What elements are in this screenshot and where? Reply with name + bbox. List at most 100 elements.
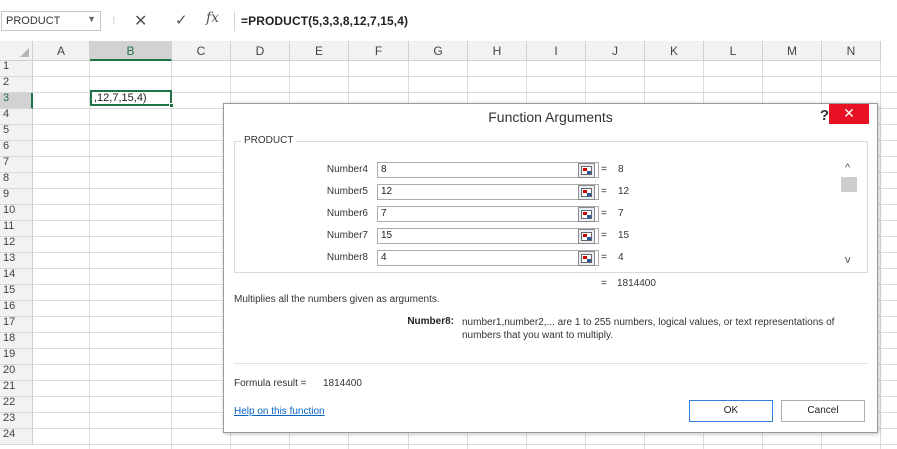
row-header[interactable]: 23 [0, 413, 33, 429]
column-header[interactable]: I [527, 41, 586, 61]
scroll-down-icon[interactable]: v [845, 254, 851, 266]
row-header[interactable]: 17 [0, 317, 33, 333]
row-header[interactable]: 4 [0, 109, 33, 125]
collapse-dialog-icon[interactable] [578, 207, 595, 222]
argument-equals: = [601, 230, 607, 241]
function-arguments-dialog: Function Arguments ? ✕ PRODUCT Number4 8 =… [223, 103, 878, 433]
row-header[interactable]: 14 [0, 269, 33, 285]
range-select-icon [581, 232, 592, 241]
column-header[interactable]: E [290, 41, 349, 61]
range-select-icon [581, 254, 592, 263]
column-header[interactable]: L [704, 41, 763, 61]
argument-description: number1,number2,... are 1 to 255 numbers… [462, 317, 835, 341]
argument-input[interactable]: 8 [377, 162, 599, 178]
cancel-button[interactable]: Cancel [781, 400, 865, 422]
row-header[interactable]: 2 [0, 77, 33, 93]
column-header[interactable]: D [231, 41, 290, 61]
argument-input-value: 4 [381, 252, 387, 263]
column-header[interactable]: M [763, 41, 822, 61]
gridline-vertical [89, 61, 90, 449]
argument-equals: = [601, 164, 607, 175]
divider [234, 363, 868, 364]
formula-input[interactable]: =PRODUCT(5,3,3,8,12,7,15,4) [234, 11, 897, 31]
row-header[interactable]: 3 [0, 93, 33, 109]
collapse-dialog-icon[interactable] [578, 251, 595, 266]
arguments-group: PRODUCT Number4 8 = 8 Number5 12 = 12 Number6 7 = 7… [234, 135, 868, 273]
row-header[interactable]: 8 [0, 173, 33, 189]
column-header[interactable]: N [822, 41, 881, 61]
column-header[interactable]: B [90, 41, 172, 61]
row-header[interactable]: 9 [0, 189, 33, 205]
ok-button[interactable]: OK [689, 400, 773, 422]
argument-result: 15 [618, 230, 630, 241]
active-cell-text: ,12,7,15,4) [94, 92, 147, 104]
formula-result-value: 1814400 [323, 378, 362, 389]
collapse-dialog-icon[interactable] [578, 185, 595, 200]
argument-input-value: 8 [381, 164, 387, 175]
enter-icon[interactable]: ✓ [175, 11, 188, 29]
fill-handle[interactable] [169, 103, 174, 108]
cancel-icon[interactable]: ✕ [134, 11, 147, 31]
formula-text: =PRODUCT(5,3,3,8,12,7,15,4) [241, 14, 409, 28]
argument-input-value: 15 [381, 230, 393, 241]
argument-label: Number6 [326, 208, 368, 219]
group-label: PRODUCT [241, 135, 297, 146]
name-box[interactable]: PRODUCT ▼ [1, 11, 101, 31]
row-header[interactable]: 24 [0, 429, 33, 445]
column-header[interactable]: G [409, 41, 468, 61]
argument-input[interactable]: 4 [377, 250, 599, 266]
row-header[interactable]: 6 [0, 141, 33, 157]
name-box-value: PRODUCT [6, 15, 61, 27]
active-cell[interactable]: ,12,7,15,4) [90, 90, 174, 108]
dialog-title: Function Arguments [488, 109, 613, 125]
argument-result: 4 [618, 252, 624, 263]
argument-input[interactable]: 7 [377, 206, 599, 222]
gridline-vertical [880, 61, 881, 449]
row-header[interactable]: 22 [0, 397, 33, 413]
argument-label: Number7 [326, 230, 368, 241]
close-button[interactable]: ✕ [829, 104, 869, 124]
formula-bar: PRODUCT ▼ ⁝ ✕ ✓ fx =PRODUCT(5,3,3,8,12,7… [0, 0, 897, 38]
row-header[interactable]: 10 [0, 205, 33, 221]
argument-name: Number8: [407, 316, 454, 327]
argument-input[interactable]: 12 [377, 184, 599, 200]
argument-result: 12 [618, 186, 630, 197]
formula-result-label: Formula result = [234, 378, 307, 389]
row-header[interactable]: 15 [0, 285, 33, 301]
argument-equals: = [601, 186, 607, 197]
help-icon[interactable]: ? [820, 107, 829, 124]
collapse-dialog-icon[interactable] [578, 229, 595, 244]
column-header[interactable]: H [468, 41, 527, 61]
row-header[interactable]: 21 [0, 381, 33, 397]
row-header[interactable]: 5 [0, 125, 33, 141]
column-header[interactable]: F [349, 41, 409, 61]
total-value: 1814400 [617, 278, 656, 289]
column-header[interactable]: J [586, 41, 645, 61]
row-header[interactable]: 1 [0, 61, 33, 77]
argument-input-value: 12 [381, 186, 393, 197]
row-header[interactable]: 19 [0, 349, 33, 365]
function-description: Multiplies all the numbers given as argu… [234, 294, 440, 305]
row-header[interactable]: 20 [0, 365, 33, 381]
range-select-icon [581, 210, 592, 219]
row-header[interactable]: 13 [0, 253, 33, 269]
row-header[interactable]: 12 [0, 237, 33, 253]
chevron-down-icon[interactable]: ▼ [87, 14, 96, 24]
column-header[interactable]: K [645, 41, 704, 61]
help-link[interactable]: Help on this function [234, 406, 325, 417]
row-header[interactable]: 16 [0, 301, 33, 317]
row-header[interactable]: 7 [0, 157, 33, 173]
row-header[interactable]: 18 [0, 333, 33, 349]
column-header[interactable]: C [172, 41, 231, 61]
collapse-dialog-icon[interactable] [578, 163, 595, 178]
select-all-button[interactable] [0, 41, 33, 61]
argument-input[interactable]: 15 [377, 228, 599, 244]
row-header[interactable]: 11 [0, 221, 33, 237]
column-header[interactable]: A [33, 41, 90, 61]
argument-label: Number8 [326, 252, 368, 263]
insert-function-icon[interactable]: fx [206, 10, 219, 26]
scrollbar-thumb[interactable] [841, 177, 857, 192]
argument-equals: = [601, 208, 607, 219]
scroll-up-icon[interactable]: ^ [845, 162, 850, 174]
gridline-horizontal [33, 444, 897, 445]
